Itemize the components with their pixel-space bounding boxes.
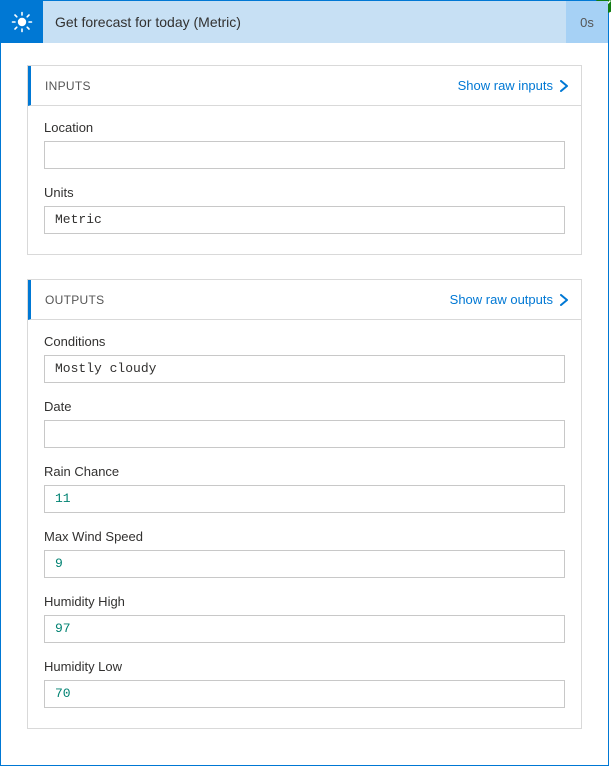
action-card: Get forecast for today (Metric) 0s INPUT…: [0, 0, 609, 766]
units-label: Units: [44, 185, 565, 200]
outputs-panel-header: OUTPUTS Show raw outputs: [28, 280, 581, 320]
conditions-value[interactable]: Mostly cloudy: [44, 355, 565, 383]
date-value[interactable]: [44, 420, 565, 448]
units-value[interactable]: Metric: [44, 206, 565, 234]
inputs-panel-body: Location Units Metric: [28, 106, 581, 254]
field-humidity-low: Humidity Low 70: [44, 659, 565, 708]
inputs-title: INPUTS: [45, 79, 458, 93]
card-body: INPUTS Show raw inputs Location Units Me…: [1, 43, 608, 765]
field-units: Units Metric: [44, 185, 565, 234]
run-duration: 0s: [566, 1, 608, 43]
field-humidity-high: Humidity High 97: [44, 594, 565, 643]
chevron-right-icon: [559, 80, 569, 92]
show-raw-inputs-link[interactable]: Show raw inputs: [458, 78, 569, 93]
rain-chance-label: Rain Chance: [44, 464, 565, 479]
card-header[interactable]: Get forecast for today (Metric) 0s: [1, 1, 608, 43]
weather-icon: [1, 1, 43, 43]
humidity-low-value[interactable]: 70: [44, 680, 565, 708]
outputs-title: OUTPUTS: [45, 293, 450, 307]
field-conditions: Conditions Mostly cloudy: [44, 334, 565, 383]
max-wind-speed-value[interactable]: 9: [44, 550, 565, 578]
show-raw-outputs-link[interactable]: Show raw outputs: [450, 292, 569, 307]
field-max-wind-speed: Max Wind Speed 9: [44, 529, 565, 578]
card-title: Get forecast for today (Metric): [43, 1, 566, 43]
date-label: Date: [44, 399, 565, 414]
show-raw-inputs-label: Show raw inputs: [458, 78, 553, 93]
location-value[interactable]: [44, 141, 565, 169]
field-rain-chance: Rain Chance 11: [44, 464, 565, 513]
humidity-low-label: Humidity Low: [44, 659, 565, 674]
conditions-label: Conditions: [44, 334, 565, 349]
inputs-panel-header: INPUTS Show raw inputs: [28, 66, 581, 106]
inputs-panel: INPUTS Show raw inputs Location Units Me…: [27, 65, 582, 255]
show-raw-outputs-label: Show raw outputs: [450, 292, 553, 307]
outputs-panel-body: Conditions Mostly cloudy Date Rain Chanc…: [28, 320, 581, 728]
location-label: Location: [44, 120, 565, 135]
humidity-high-label: Humidity High: [44, 594, 565, 609]
field-date: Date: [44, 399, 565, 448]
field-location: Location: [44, 120, 565, 169]
humidity-high-value[interactable]: 97: [44, 615, 565, 643]
max-wind-speed-label: Max Wind Speed: [44, 529, 565, 544]
chevron-right-icon: [559, 294, 569, 306]
rain-chance-value[interactable]: 11: [44, 485, 565, 513]
outputs-panel: OUTPUTS Show raw outputs Conditions Most…: [27, 279, 582, 729]
